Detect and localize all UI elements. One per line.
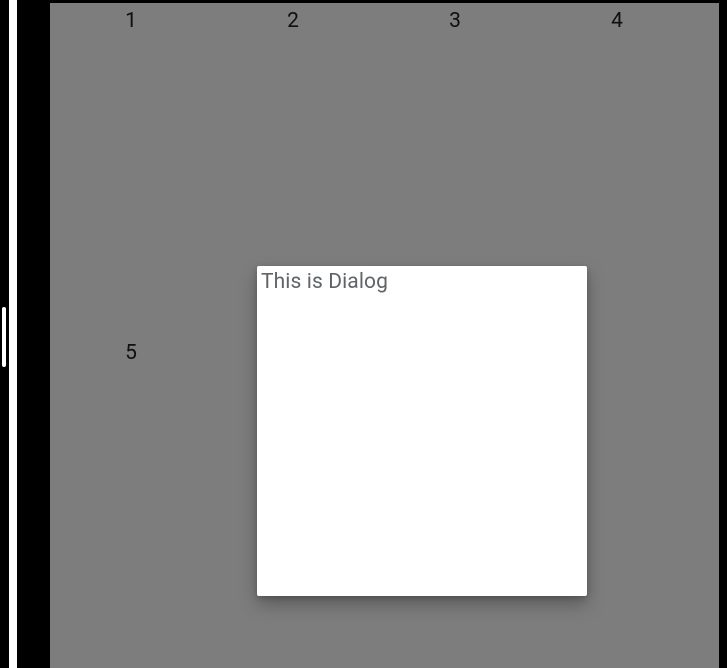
device-bezel: 1 2 3 4 5 — [17, 0, 719, 668]
device-frame-gap — [9, 0, 17, 668]
screen: 1 2 3 4 5 — [50, 3, 719, 668]
dialog: This is Dialog — [257, 266, 587, 596]
device-side-button — [2, 307, 6, 367]
device-outer-frame: 1 2 3 4 5 — [0, 0, 727, 668]
dialog-title: This is Dialog — [257, 266, 587, 298]
